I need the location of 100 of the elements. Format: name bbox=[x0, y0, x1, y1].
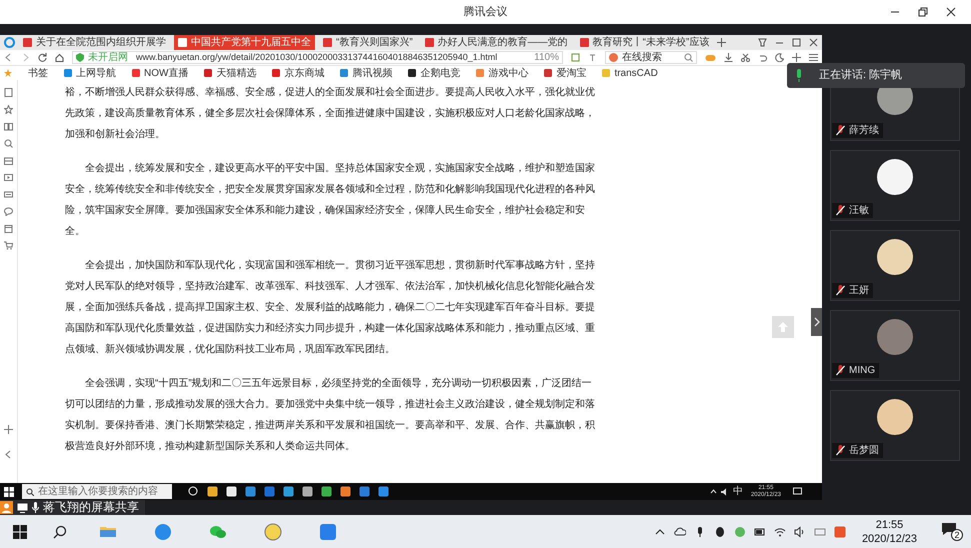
browser-tab[interactable]: 教育研究丨“未来学校”应该 bbox=[576, 35, 714, 50]
close-icon bbox=[946, 7, 956, 17]
plus-icon[interactable] bbox=[4, 425, 13, 434]
meeting-app-icon[interactable] bbox=[318, 522, 336, 540]
bookmark-favicon-icon bbox=[64, 69, 72, 77]
translate-icon[interactable] bbox=[588, 53, 597, 62]
screen-icon bbox=[17, 502, 28, 512]
restore-icon bbox=[918, 7, 928, 17]
maximize-icon[interactable] bbox=[792, 38, 801, 47]
back-icon[interactable] bbox=[4, 53, 13, 62]
home-icon[interactable] bbox=[55, 53, 64, 62]
bookmark-link[interactable]: 京东商城 bbox=[272, 66, 324, 80]
new-tab-icon[interactable] bbox=[717, 38, 726, 47]
search-field[interactable]: 在线搜索 bbox=[605, 51, 697, 64]
avatar bbox=[877, 399, 913, 435]
shield-icon bbox=[76, 53, 84, 62]
wifi-icon[interactable] bbox=[774, 526, 786, 538]
volume-icon[interactable] bbox=[794, 526, 806, 538]
download-icon[interactable] bbox=[724, 53, 733, 62]
windows-icon[interactable] bbox=[13, 524, 27, 538]
app-icon[interactable] bbox=[378, 486, 389, 497]
participant-name: 王妍 bbox=[849, 284, 869, 297]
close-icon[interactable] bbox=[809, 38, 818, 47]
page-favicon-icon bbox=[178, 38, 187, 47]
bookmark-favicon-icon bbox=[602, 69, 610, 77]
participant-name: 薛芳续 bbox=[849, 124, 879, 137]
screen-share-label: 蒋飞翔的屏幕共享 bbox=[0, 500, 145, 515]
bookmark-favicon-icon bbox=[132, 69, 140, 77]
scissors-icon[interactable] bbox=[741, 53, 750, 62]
plus-icon[interactable] bbox=[792, 53, 801, 62]
taskbar-search-field[interactable]: 在这里输入你要搜索的内容 bbox=[22, 484, 172, 499]
cart-icon[interactable] bbox=[4, 241, 13, 250]
book-icon[interactable] bbox=[4, 122, 13, 131]
calendar-icon[interactable] bbox=[4, 224, 13, 233]
refresh-icon[interactable] bbox=[38, 53, 47, 62]
app-icon[interactable] bbox=[359, 486, 370, 497]
video-icon[interactable] bbox=[4, 173, 13, 182]
notification-button[interactable]: 2 bbox=[941, 522, 963, 541]
bookmark-link[interactable]: 游戏中心 bbox=[476, 66, 528, 80]
article-paragraph: 全会提出，统筹发展和安全，建设更高水平的平安中国。坚持总体国家安全观，实施国家安全战略，维护和塑造国家安全，统筹传统安全和非传统安全，把安全发展贯穿国家发展各领域和全过程，防范和化解影响我国现代化进程的各种风险，筑牢国家安全屏障。要加强国家安全体系和能力建设，确保国家经济安全，保障人民生命安全，维护社会稳定和安全。 bbox=[65, 162, 595, 239]
app-icon[interactable] bbox=[154, 522, 172, 540]
bookmark-link[interactable]: 书签 bbox=[28, 66, 48, 80]
volume-icon[interactable] bbox=[720, 488, 729, 496]
document-icon[interactable] bbox=[4, 88, 13, 97]
star-icon[interactable] bbox=[4, 105, 13, 114]
bookmark-link[interactable]: 上网导航 bbox=[64, 66, 116, 80]
participant-name: 岳梦圆 bbox=[849, 444, 879, 457]
bookmark-favicon-icon bbox=[476, 69, 484, 77]
bookmark-link[interactable]: 爱淘宝 bbox=[544, 66, 586, 80]
user-icon bbox=[0, 501, 13, 514]
input-method-indicator[interactable]: 中 bbox=[732, 484, 743, 499]
inbox-icon[interactable] bbox=[4, 156, 13, 165]
battery-icon[interactable] bbox=[754, 526, 766, 538]
article-paragraph: 全会提出，加快国防和军队现代化，实现富国和强军相统一。贯彻习近平强军思想，贯彻新时代军事战略方针，坚持党对人民军队的绝对领导，坚持政治建军、改革强军、科技强军、人才强军、依法治军，加快机械化信息化智能化融合发展，全面加强练兵备战，提高捍卫国家主权、安全、发展利益的战略能力，确保二〇二七年实现建军百年奋斗目标。要提高国防和军队现代化质量效益，促进国防实力和经济实力同步提升，构建一体化国家战略体系和能力，推动重点区域、重点领域、新兴领域协调发展，优化国防科技工业布局，巩固军政军民团结。 bbox=[65, 258, 595, 357]
task-view-icon[interactable] bbox=[188, 486, 199, 497]
windows-icon[interactable] bbox=[4, 486, 14, 496]
bookmark-favicon-icon bbox=[340, 69, 348, 77]
browser-tab[interactable]: 中国共产党第十九届五中全 bbox=[174, 35, 315, 50]
bookmark-link[interactable]: NOW直播 bbox=[132, 66, 188, 80]
bookmark-link[interactable]: 腾讯视频 bbox=[340, 66, 392, 80]
speaking-banner: 正在讲话: 陈宇帆 bbox=[787, 63, 965, 88]
notification-count: 2 bbox=[951, 529, 963, 541]
search-icon[interactable] bbox=[53, 524, 67, 538]
chevron-up-icon[interactable] bbox=[710, 488, 717, 495]
participant-name: MING bbox=[849, 364, 876, 377]
bookmark-favicon-icon bbox=[544, 69, 552, 77]
participant-name: 汪敏 bbox=[849, 204, 869, 217]
muted-microphone-icon bbox=[836, 365, 845, 376]
chevron-right-icon bbox=[814, 317, 820, 327]
page-favicon-icon bbox=[580, 38, 589, 47]
muted-microphone-icon bbox=[836, 205, 845, 216]
avatar bbox=[877, 319, 913, 355]
bookmark-link[interactable]: 天猫精选 bbox=[204, 66, 256, 80]
notification-icon bbox=[941, 522, 957, 536]
browser-tab[interactable]: 办好人民满意的教育——党的 bbox=[420, 35, 572, 50]
cloud-icon[interactable] bbox=[674, 526, 686, 538]
app-icon[interactable] bbox=[264, 486, 275, 497]
muted-microphone-icon bbox=[836, 125, 845, 136]
clock-time: 21:55 bbox=[874, 518, 904, 532]
side-panel-handle[interactable] bbox=[811, 308, 822, 336]
bookmark-link[interactable]: transCAD bbox=[602, 66, 658, 80]
menu-icon[interactable] bbox=[809, 53, 818, 62]
avatar bbox=[877, 159, 913, 195]
app-icon[interactable] bbox=[340, 486, 351, 497]
collapse-icon[interactable] bbox=[4, 450, 13, 459]
window-title: 腾讯会议 bbox=[464, 5, 508, 20]
up-arrow-icon bbox=[777, 321, 789, 333]
search-engine-icon bbox=[609, 53, 618, 62]
avatar bbox=[877, 239, 913, 275]
input-method-icon[interactable] bbox=[834, 526, 846, 538]
bookmark-link[interactable]: 企鹅电竞 bbox=[408, 66, 460, 80]
undo-icon[interactable] bbox=[758, 53, 767, 62]
browser-tab[interactable]: “教育兴则国家兴” bbox=[319, 35, 417, 50]
notification-icon[interactable] bbox=[793, 487, 802, 496]
moon-icon[interactable] bbox=[775, 53, 784, 62]
star-icon bbox=[4, 69, 12, 77]
bookmark-favicon-icon bbox=[408, 69, 416, 77]
browser-tab[interactable]: 关于在全院范围内组织开展学 bbox=[19, 35, 170, 50]
bookmark-favicon-icon bbox=[204, 69, 212, 77]
bookmark-favicon-icon bbox=[272, 69, 280, 77]
